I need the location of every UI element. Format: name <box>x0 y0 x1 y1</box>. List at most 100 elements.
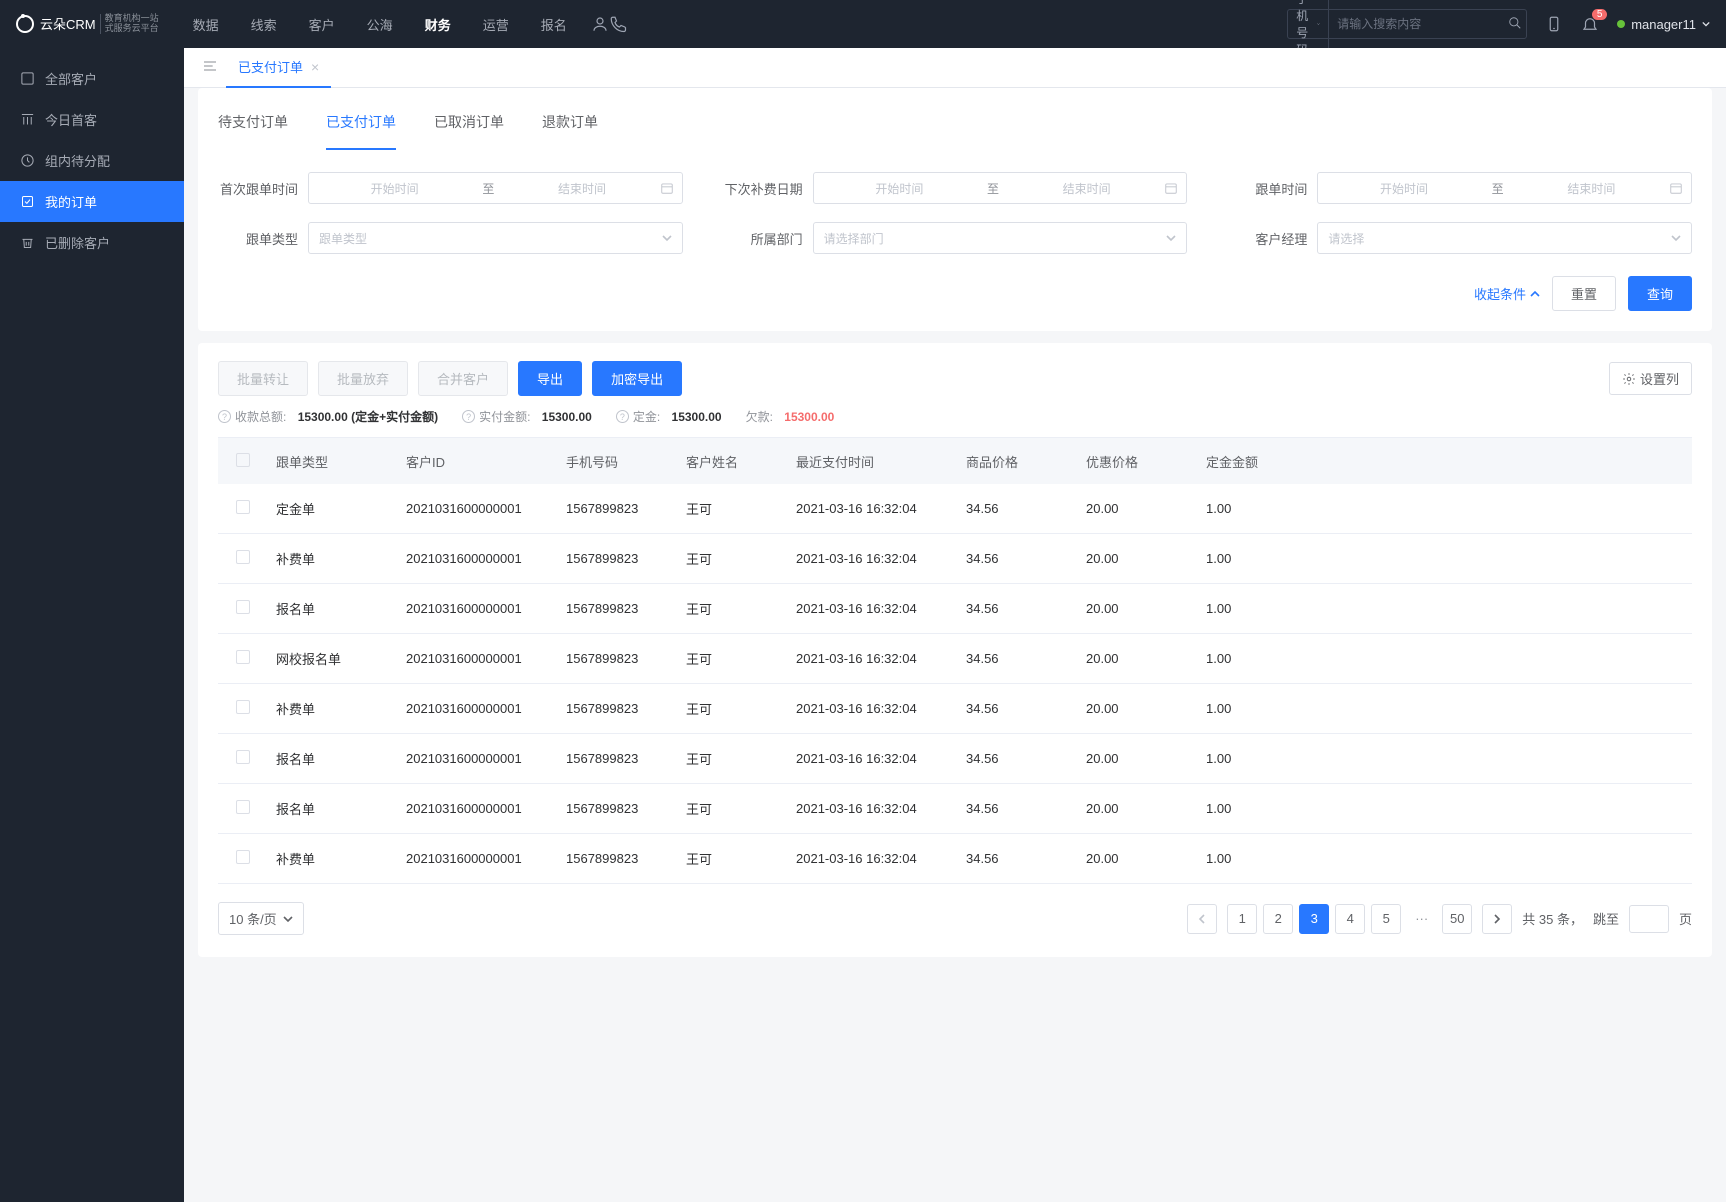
row-checkbox[interactable] <box>236 600 250 614</box>
tab-bar: 已支付订单 × <box>184 48 1726 88</box>
sidebar-icon <box>20 235 35 250</box>
page-tab[interactable]: 已支付订单 × <box>226 48 331 88</box>
nav-item[interactable]: 线索 <box>247 9 281 40</box>
chevron-down-icon <box>1671 233 1681 243</box>
user-menu[interactable]: manager11 <box>1617 17 1710 32</box>
sidebar-item[interactable]: 今日首客 <box>0 99 184 140</box>
collapse-filters-button[interactable]: 收起条件 <box>1474 284 1540 303</box>
search-input[interactable] <box>1329 17 1500 31</box>
manager-select[interactable]: 请选择 <box>1317 222 1692 254</box>
subtab[interactable]: 已取消订单 <box>434 104 504 150</box>
user-icon[interactable] <box>591 15 609 33</box>
nav-item[interactable]: 财务 <box>421 9 455 40</box>
row-checkbox[interactable] <box>236 850 250 864</box>
follow-type-select[interactable]: 跟单类型 <box>308 222 683 254</box>
table-row[interactable]: 报名单20210316000000011567899823王可2021-03-1… <box>218 734 1692 784</box>
row-checkbox[interactable] <box>236 700 250 714</box>
phone-icon[interactable] <box>609 15 627 33</box>
chevron-up-icon <box>1530 289 1540 299</box>
filter-first-follow: 首次跟单时间 开始时间至结束时间 <box>218 172 683 204</box>
collapse-sidebar-icon[interactable] <box>194 58 226 77</box>
subtab[interactable]: 退款订单 <box>542 104 598 150</box>
calendar-icon <box>1164 181 1178 195</box>
pagination: 10 条/页 12345 ··· 50 共 35 条， <box>218 884 1692 957</box>
page-size-select[interactable]: 10 条/页 <box>218 902 304 935</box>
close-icon[interactable]: × <box>311 59 319 75</box>
page-button[interactable]: 2 <box>1263 904 1293 934</box>
table-row[interactable]: 补费单20210316000000011567899823王可2021-03-1… <box>218 684 1692 734</box>
query-button[interactable]: 查询 <box>1628 276 1692 311</box>
filter-next-fee: 下次补费日期 开始时间至结束时间 <box>723 172 1188 204</box>
column-settings-button[interactable]: 设置列 <box>1609 362 1692 395</box>
row-checkbox[interactable] <box>236 800 250 814</box>
page-tab-label: 已支付订单 <box>238 57 303 76</box>
export-button[interactable]: 导出 <box>518 361 582 396</box>
table-row[interactable]: 报名单20210316000000011567899823王可2021-03-1… <box>218 784 1692 834</box>
jump-page-input[interactable] <box>1629 905 1669 933</box>
pagination-dots: ··· <box>1411 911 1432 926</box>
sidebar-item[interactable]: 全部客户 <box>0 58 184 99</box>
last-page-button[interactable]: 50 <box>1442 904 1472 934</box>
sidebar-item[interactable]: 已删除客户 <box>0 222 184 263</box>
next-page-button[interactable] <box>1482 904 1512 934</box>
merge-button[interactable]: 合并客户 <box>418 361 508 396</box>
batch-abandon-button[interactable]: 批量放弃 <box>318 361 408 396</box>
chevron-left-icon <box>1197 914 1207 924</box>
nav-item[interactable]: 数据 <box>189 9 223 40</box>
calendar-icon <box>660 181 674 195</box>
row-checkbox[interactable] <box>236 550 250 564</box>
chevron-down-icon <box>662 233 672 243</box>
department-select[interactable]: 请选择部门 <box>813 222 1188 254</box>
filter-panel: 待支付订单已支付订单已取消订单退款订单 首次跟单时间 开始时间至结束时间 下次补… <box>198 88 1712 331</box>
page-button[interactable]: 3 <box>1299 904 1329 934</box>
table-row[interactable]: 报名单20210316000000011567899823王可2021-03-1… <box>218 584 1692 634</box>
subtab[interactable]: 已支付订单 <box>326 104 396 150</box>
table-row[interactable]: 补费单20210316000000011567899823王可2021-03-1… <box>218 834 1692 884</box>
page-button[interactable]: 1 <box>1227 904 1257 934</box>
batch-transfer-button[interactable]: 批量转让 <box>218 361 308 396</box>
nav-item[interactable]: 客户 <box>305 9 339 40</box>
help-icon: ? <box>462 410 475 423</box>
next-fee-range[interactable]: 开始时间至结束时间 <box>813 172 1188 204</box>
filter-manager: 客户经理 请选择 <box>1227 222 1692 254</box>
filter-follow-type: 跟单类型 跟单类型 <box>218 222 683 254</box>
row-checkbox[interactable] <box>236 750 250 764</box>
encrypt-export-button[interactable]: 加密导出 <box>592 361 682 396</box>
row-checkbox[interactable] <box>236 650 250 664</box>
sidebar-item[interactable]: 我的订单 <box>0 181 184 222</box>
search-icon[interactable] <box>1500 16 1530 33</box>
select-all-checkbox[interactable] <box>236 453 250 467</box>
stats-bar: ?收款总额: 15300.00 (定金+实付金额) ?实付金额: 15300.0… <box>218 408 1692 437</box>
nav-item[interactable]: 运营 <box>479 9 513 40</box>
nav-item[interactable]: 报名 <box>537 9 571 40</box>
page-button[interactable]: 5 <box>1371 904 1401 934</box>
total-text: 共 35 条， <box>1522 909 1583 928</box>
prev-page-button[interactable] <box>1187 904 1217 934</box>
subtab[interactable]: 待支付订单 <box>218 104 288 150</box>
table-row[interactable]: 定金单20210316000000011567899823王可2021-03-1… <box>218 484 1692 534</box>
sidebar-item[interactable]: 组内待分配 <box>0 140 184 181</box>
first-follow-range[interactable]: 开始时间至结束时间 <box>308 172 683 204</box>
mobile-icon[interactable] <box>1545 15 1563 33</box>
bell-icon[interactable]: 5 <box>1581 15 1599 33</box>
row-checkbox[interactable] <box>236 500 250 514</box>
table-row[interactable]: 补费单20210316000000011567899823王可2021-03-1… <box>218 534 1692 584</box>
status-dot-icon <box>1617 20 1625 28</box>
sidebar-icon <box>20 112 35 127</box>
top-nav: 数据线索客户公海财务运营报名 <box>189 9 571 40</box>
nav-item[interactable]: 公海 <box>363 9 397 40</box>
sidebar-icon <box>20 71 35 86</box>
chevron-down-icon <box>1166 233 1176 243</box>
follow-time-range[interactable]: 开始时间至结束时间 <box>1317 172 1692 204</box>
help-icon: ? <box>616 410 629 423</box>
reset-button[interactable]: 重置 <box>1552 276 1616 311</box>
filter-actions: 收起条件 重置 查询 <box>218 268 1692 331</box>
chevron-down-icon <box>283 914 293 924</box>
logo[interactable]: 云朵CRM 教育机构一站式服务云平台 <box>16 14 159 34</box>
table-row[interactable]: 网校报名单20210316000000011567899823王可2021-03… <box>218 634 1692 684</box>
logo-text: 云朵CRM <box>40 18 96 31</box>
sidebar-icon <box>20 194 35 209</box>
calendar-icon <box>1669 181 1683 195</box>
logo-subtitle: 教育机构一站式服务云平台 <box>100 14 159 34</box>
page-button[interactable]: 4 <box>1335 904 1365 934</box>
